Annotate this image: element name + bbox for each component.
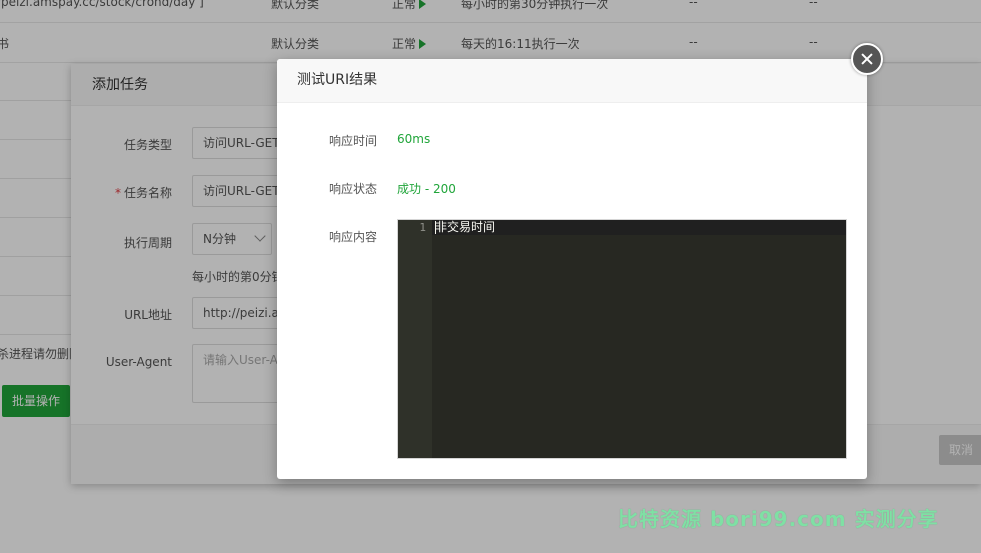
editor-gutter: 1 bbox=[398, 220, 432, 458]
watermark: 比特资源 bori99.com 实测分享 bbox=[618, 507, 939, 531]
text-cursor bbox=[435, 221, 436, 234]
response-content-label: 响应内容 bbox=[328, 230, 377, 244]
test-result-dialog: 测试URI结果 响应时间 60ms 响应状态 成功 - 200 响应内容 1 非… bbox=[277, 59, 867, 479]
dialog-title: 测试URI结果 bbox=[277, 59, 867, 103]
response-status-label: 响应状态 bbox=[328, 182, 377, 196]
response-content-editor[interactable]: 1 非交易时间 bbox=[397, 219, 847, 459]
response-status-value: 成功 - 200 bbox=[397, 182, 456, 196]
line-number: 1 bbox=[419, 221, 426, 234]
response-time-value: 60ms bbox=[397, 132, 431, 146]
close-icon[interactable] bbox=[851, 43, 883, 75]
response-content-text: 非交易时间 bbox=[435, 220, 496, 234]
response-time-label: 响应时间 bbox=[328, 134, 377, 148]
